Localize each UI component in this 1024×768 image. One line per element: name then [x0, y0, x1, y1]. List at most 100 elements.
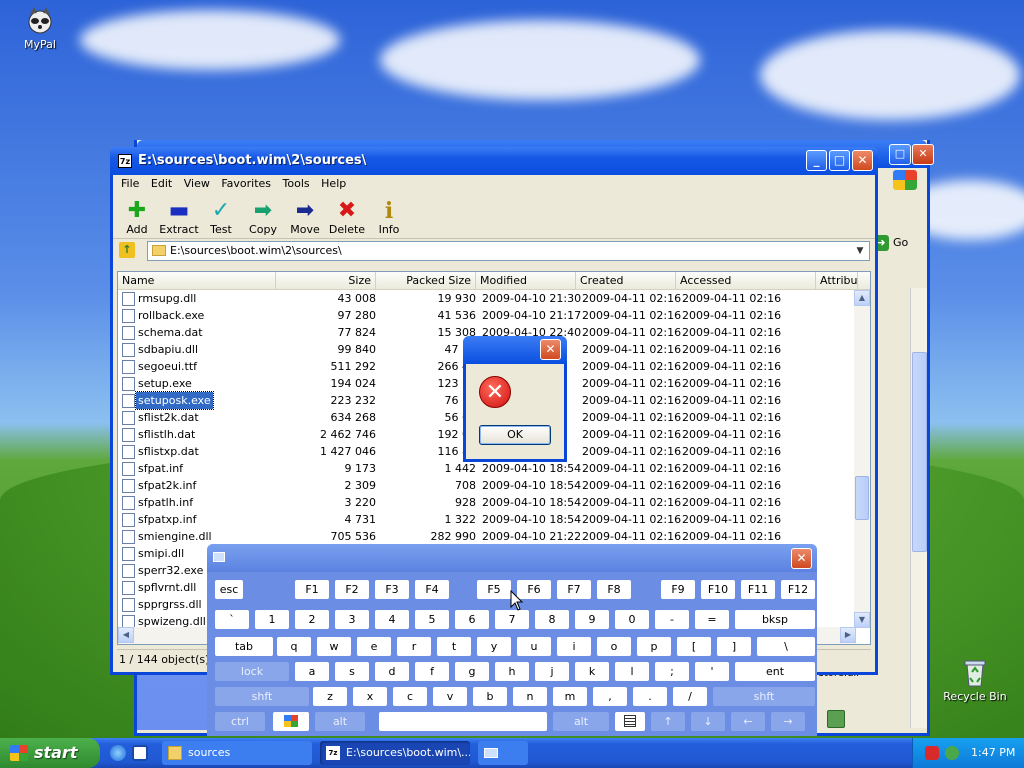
key-e[interactable]: e	[357, 637, 391, 656]
scroll-left-icon[interactable]: ◀	[118, 627, 134, 643]
up-folder-icon[interactable]: ↑	[119, 242, 135, 258]
key-r[interactable]: r	[397, 637, 431, 656]
key-d[interactable]: d	[375, 662, 409, 681]
column-accessed[interactable]: Accessed	[676, 272, 816, 290]
key-v[interactable]: v	[433, 687, 467, 706]
key-esc[interactable]: esc	[215, 580, 243, 599]
key-alt[interactable]: alt	[553, 712, 609, 731]
key-x[interactable]: x	[353, 687, 387, 706]
menu-favorites[interactable]: Favorites	[221, 177, 271, 190]
keyboard-titlebar[interactable]: ✕	[207, 544, 817, 572]
delete-button[interactable]: ✖ Delete	[325, 199, 369, 237]
key-symbol[interactable]: ↑	[651, 712, 685, 731]
address-field[interactable]: E:\sources\boot.wim\2\sources\ ▼	[147, 241, 870, 261]
key-n[interactable]: n	[513, 687, 547, 706]
key-symbol[interactable]: .	[633, 687, 667, 706]
table-row[interactable]: sfpatlh.inf 3 220 928 2009-04-10 18:54 2009-…	[118, 494, 858, 511]
table-row[interactable]: sfpatxp.inf 4 731 1 322 2009-04-10 18:54 200…	[118, 511, 858, 528]
maximize-icon[interactable]: □	[889, 144, 911, 165]
key-symbol[interactable]: '	[695, 662, 729, 681]
menu-edit[interactable]: Edit	[151, 177, 172, 190]
chevron-down-icon[interactable]: ▼	[853, 243, 867, 259]
menu-tools[interactable]: Tools	[283, 177, 310, 190]
key-ctrl[interactable]: ctrl	[215, 712, 265, 731]
table-row[interactable]: rmsupg.dll 43 008 19 930 2009-04-10 21:30 20…	[118, 290, 858, 307]
key-symbol[interactable]: ;	[655, 662, 689, 681]
key-space[interactable]	[379, 712, 547, 731]
table-row[interactable]: rollback.exe 97 280 41 536 2009-04-10 21:17…	[118, 307, 858, 324]
key-symbol[interactable]: \	[757, 637, 815, 656]
key-g[interactable]: g	[455, 662, 489, 681]
key-f[interactable]: f	[415, 662, 449, 681]
key-2[interactable]: 2	[295, 610, 329, 629]
key-symbol[interactable]: ←	[731, 712, 765, 731]
column-packed-size[interactable]: Packed Size	[376, 272, 476, 290]
key-u[interactable]: u	[517, 637, 551, 656]
key-bksp[interactable]: bksp	[735, 610, 815, 629]
go-button[interactable]: ➜ Go	[873, 234, 919, 252]
key-6[interactable]: 6	[455, 610, 489, 629]
key-F11[interactable]: F11	[741, 580, 775, 599]
key-tab[interactable]: tab	[215, 637, 273, 656]
key-F12[interactable]: F12	[781, 580, 815, 599]
key-j[interactable]: j	[535, 662, 569, 681]
key-a[interactable]: a	[295, 662, 329, 681]
key-symbol[interactable]: =	[695, 610, 729, 629]
background-window-scrollbar[interactable]	[910, 288, 927, 728]
key-shft[interactable]: shft	[713, 687, 815, 706]
desktop-icon-recycle-bin[interactable]: Recycle Bin	[940, 656, 1010, 703]
key-s[interactable]: s	[335, 662, 369, 681]
move-button[interactable]: ➡ Move	[283, 199, 327, 237]
key-3[interactable]: 3	[335, 610, 369, 629]
key-lock[interactable]: lock	[215, 662, 289, 681]
copy-button[interactable]: ➡ Copy	[241, 199, 285, 237]
scroll-right-icon[interactable]: ▶	[840, 627, 856, 643]
window-titlebar[interactable]: 7z E:\sources\boot.wim\2\sources\ _ □ ✕	[110, 147, 878, 175]
key-F10[interactable]: F10	[701, 580, 735, 599]
key-k[interactable]: k	[575, 662, 609, 681]
key-p[interactable]: p	[637, 637, 671, 656]
key-9[interactable]: 9	[575, 610, 609, 629]
test-button[interactable]: ✓ Test	[199, 199, 243, 237]
error-dialog[interactable]: ✕ ✕ OK	[463, 336, 567, 462]
key-F1[interactable]: F1	[295, 580, 329, 599]
key-symbol[interactable]: -	[655, 610, 689, 629]
key-F5[interactable]: F5	[477, 580, 511, 599]
key-symbol[interactable]: `	[215, 610, 249, 629]
table-row[interactable]: sfpat.inf 9 173 1 442 2009-04-10 18:54 2009-…	[118, 460, 858, 477]
column-attributes[interactable]: Attribu	[816, 272, 858, 290]
key-7[interactable]: 7	[495, 610, 529, 629]
keyboard-close-button[interactable]: ✕	[791, 548, 812, 569]
table-row[interactable]: sfpat2k.inf 2 309 708 2009-04-10 18:54 2009-…	[118, 477, 858, 494]
key-y[interactable]: y	[477, 637, 511, 656]
on-screen-keyboard[interactable]: ✕ esc F1 F2 F3 F4 F5 F6 F7 F8 F9 F10 F11 F12 ` 1 2 3 4 5 6 7…	[207, 544, 817, 736]
scroll-up-icon[interactable]: ▲	[854, 290, 870, 306]
key-l[interactable]: l	[615, 662, 649, 681]
menu-help[interactable]: Help	[321, 177, 346, 190]
column-size[interactable]: Size	[276, 272, 376, 290]
windows-key[interactable]	[273, 712, 309, 731]
key-F9[interactable]: F9	[661, 580, 695, 599]
minimize-button[interactable]: _	[806, 150, 827, 171]
close-icon[interactable]: ✕	[912, 144, 934, 165]
scroll-down-icon[interactable]: ▼	[854, 612, 870, 628]
menu-key[interactable]	[615, 712, 645, 731]
key-symbol[interactable]: ↓	[691, 712, 725, 731]
key-symbol[interactable]: [	[677, 637, 711, 656]
ok-button[interactable]: OK	[479, 425, 551, 445]
key-w[interactable]: w	[317, 637, 351, 656]
key-F7[interactable]: F7	[557, 580, 591, 599]
key-alt[interactable]: alt	[315, 712, 365, 731]
maximize-button[interactable]: □	[829, 150, 850, 171]
key-1[interactable]: 1	[255, 610, 289, 629]
menu-file[interactable]: File	[121, 177, 139, 190]
key-z[interactable]: z	[313, 687, 347, 706]
network-icon[interactable]	[945, 746, 959, 760]
security-shield-icon[interactable]	[925, 746, 939, 760]
key-q[interactable]: q	[277, 637, 311, 656]
key-h[interactable]: h	[495, 662, 529, 681]
key-m[interactable]: m	[553, 687, 587, 706]
scrollbar-thumb[interactable]	[912, 352, 927, 552]
desktop-icon-mypal[interactable]: MyPal	[5, 4, 75, 51]
scrollbar-thumb[interactable]	[855, 476, 869, 520]
